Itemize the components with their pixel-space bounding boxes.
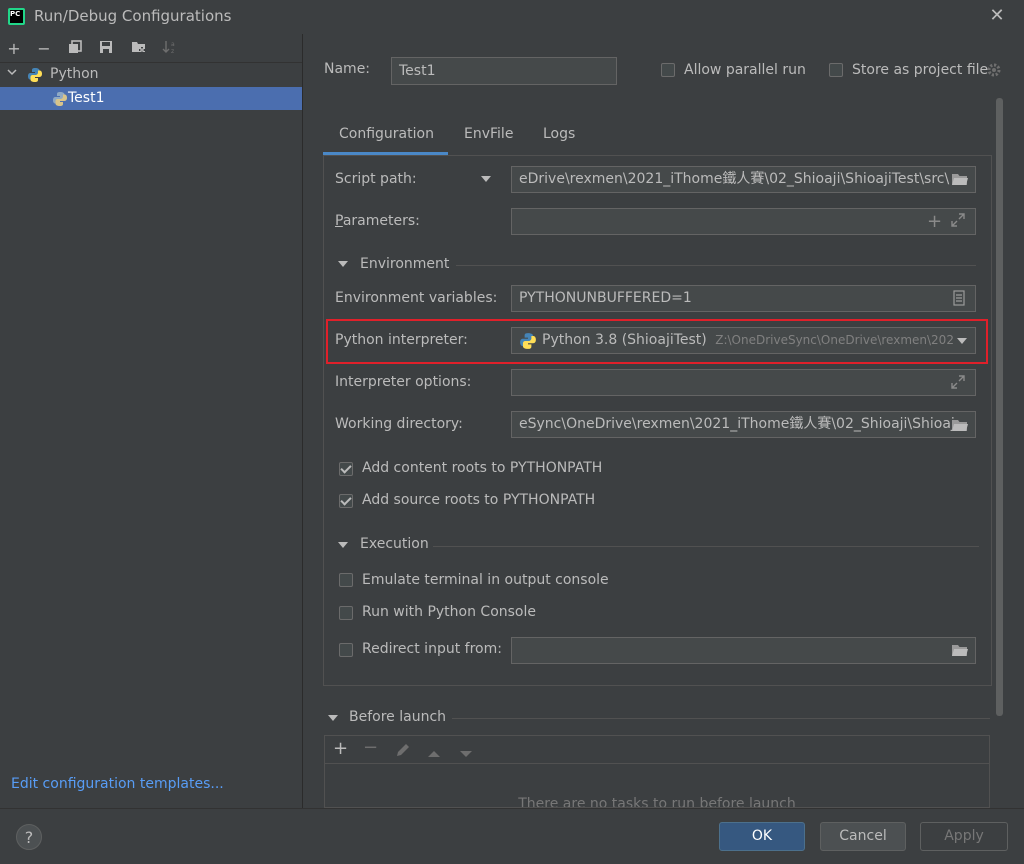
python-config-icon [52, 91, 68, 111]
python-icon [27, 67, 43, 87]
run-with-python-console-label: Run with Python Console [362, 604, 537, 620]
svg-text:a: a [171, 41, 175, 48]
emulate-terminal-checkbox[interactable] [339, 573, 353, 587]
python-interpreter-label: Python interpreter: [335, 332, 468, 348]
folder-icon[interactable] [951, 172, 969, 190]
name-input[interactable]: Test1 [391, 57, 617, 85]
execution-divider [433, 546, 979, 547]
title-bar: PC Run/Debug Configurations ✕ [0, 0, 1024, 34]
edit-task-icon[interactable] [395, 742, 411, 762]
redirect-input-label: Redirect input from: [362, 641, 502, 657]
before-launch-empty-text: There are no tasks to run before launch [518, 796, 796, 808]
svg-text:z: z [171, 48, 174, 54]
cancel-button[interactable]: Cancel [820, 822, 906, 851]
tree-group-python[interactable]: Python [0, 64, 302, 86]
allow-parallel-run-label: Allow parallel run [684, 62, 806, 78]
redirect-input-field[interactable] [511, 637, 976, 664]
before-launch-title: Before launch [349, 709, 447, 725]
script-path-input[interactable]: eDrive\rexmen\2021_iThome鐵人賽\02_Shioaji\… [511, 166, 976, 193]
folder-icon[interactable] [951, 418, 969, 436]
working-directory-value: eSync\OneDrive\rexmen\2021_iThome鐵人賽\02_… [519, 416, 955, 432]
before-launch-divider [452, 718, 990, 719]
allow-parallel-run-checkbox[interactable] [661, 63, 675, 77]
store-as-project-file-label: Store as project file [852, 62, 989, 78]
sort-icon[interactable]: az [159, 38, 181, 60]
apply-button[interactable]: Apply [920, 822, 1008, 851]
interpreter-path: Z:\OneDriveSync\OneDrive\rexmen\202 [715, 333, 954, 347]
ok-button[interactable]: OK [719, 822, 805, 851]
edit-list-icon[interactable] [953, 290, 965, 310]
dropdown-arrow-icon[interactable] [481, 176, 491, 182]
emulate-terminal-label: Emulate terminal in output console [362, 572, 609, 588]
expand-icon[interactable] [951, 213, 965, 231]
store-as-project-file-checkbox[interactable] [829, 63, 843, 77]
environment-section-title: Environment [360, 256, 450, 272]
scrollbar[interactable] [996, 98, 1003, 716]
remove-task-icon[interactable]: − [363, 737, 378, 758]
collapse-execution-icon[interactable] [338, 542, 348, 548]
parameters-label-text: arameters: [342, 213, 420, 229]
python-interpreter-icon [519, 332, 537, 354]
add-task-icon[interactable]: + [333, 738, 348, 759]
chevron-down-icon[interactable] [957, 338, 967, 344]
name-label: Name: [324, 61, 371, 77]
execution-section-title: Execution [360, 536, 429, 552]
new-folder-icon[interactable] [128, 38, 150, 60]
help-button[interactable]: ? [16, 824, 42, 850]
collapse-before-launch-icon[interactable] [328, 715, 338, 721]
tree-group-label: Python [50, 66, 99, 82]
environment-divider [456, 265, 976, 266]
tree-item-test1[interactable]: Test1 [0, 87, 302, 110]
copy-icon[interactable] [64, 38, 86, 60]
parameters-input[interactable] [511, 208, 976, 235]
toolbar-divider [0, 62, 302, 63]
folder-icon[interactable] [951, 643, 969, 661]
interpreter-options-label: Interpreter options: [335, 374, 472, 390]
tab-configuration[interactable]: Configuration [339, 126, 434, 142]
add-source-roots-label: Add source roots to PYTHONPATH [362, 492, 596, 508]
collapse-environment-icon[interactable] [338, 261, 348, 267]
add-icon[interactable]: + [3, 38, 25, 60]
remove-icon[interactable]: − [33, 38, 55, 60]
interpreter-options-input[interactable] [511, 369, 976, 396]
pycharm-logo-icon: PC [8, 8, 25, 25]
add-content-roots-checkbox[interactable] [339, 462, 353, 476]
environment-variables-input[interactable]: PYTHONUNBUFFERED=1 [511, 285, 976, 312]
chevron-down-icon[interactable] [7, 67, 17, 80]
python-interpreter-select[interactable]: Python 3.8 (ShioajiTest) Z:\OneDriveSync… [511, 327, 976, 354]
run-with-python-console-checkbox[interactable] [339, 606, 353, 620]
script-path-label: Script path: [335, 171, 417, 187]
interpreter-name: Python 3.8 (ShioajiTest) [542, 332, 707, 348]
before-launch-toolbar: + − [324, 735, 990, 764]
redirect-input-checkbox[interactable] [339, 643, 353, 657]
add-source-roots-checkbox[interactable] [339, 494, 353, 508]
gear-icon[interactable] [986, 62, 1002, 82]
save-icon[interactable] [95, 38, 117, 60]
tab-envfile[interactable]: EnvFile [464, 126, 513, 142]
configurations-sidebar: + − az Python Test1 Edit configuration t… [0, 34, 303, 808]
close-icon[interactable]: ✕ [986, 5, 1008, 27]
add-icon[interactable]: + [927, 211, 942, 232]
add-content-roots-label: Add content roots to PYTHONPATH [362, 460, 603, 476]
tab-logs[interactable]: Logs [543, 126, 575, 142]
working-directory-input[interactable]: eSync\OneDrive\rexmen\2021_iThome鐵人賽\02_… [511, 411, 976, 438]
move-up-icon[interactable] [427, 746, 441, 762]
edit-configuration-templates-link[interactable]: Edit configuration templates... [11, 776, 224, 792]
move-down-icon[interactable] [459, 746, 473, 762]
environment-variables-label: Environment variables: [335, 290, 498, 306]
working-directory-label: Working directory: [335, 416, 463, 432]
before-launch-task-list: There are no tasks to run before launch [324, 763, 990, 808]
tree-item-label: Test1 [68, 90, 105, 106]
parameters-label: Parameters: [335, 213, 420, 229]
window-title: Run/Debug Configurations [34, 7, 232, 25]
expand-icon[interactable] [951, 375, 965, 393]
script-path-value: eDrive\rexmen\2021_iThome鐵人賽\02_Shioaji\… [519, 171, 950, 187]
